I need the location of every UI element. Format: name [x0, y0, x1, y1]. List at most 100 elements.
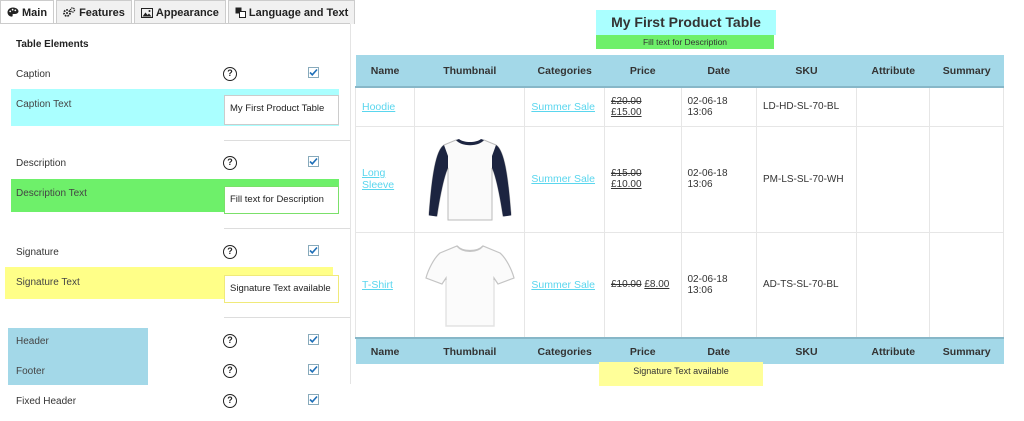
tab-language-label: Language and Text	[248, 6, 349, 19]
tab-features-label: Features	[79, 6, 125, 19]
fixed-header-label: Fixed Header	[16, 396, 77, 407]
table-row: T-Shirt Summer Sale £10.00 £8.00 02-06-1…	[354, 231, 1004, 339]
sale-price: £15.00	[610, 106, 642, 118]
table-header-row: Name Thumbnail Categories Price Date SKU…	[355, 55, 1004, 88]
divider	[224, 317, 350, 318]
col-header-price[interactable]: Price	[604, 55, 681, 88]
product-name-link[interactable]: T-Shirt	[362, 279, 393, 291]
sale-price: £10.00	[610, 179, 642, 190]
summary-cell	[929, 125, 1004, 233]
col-header-thumbnail[interactable]: Thumbnail	[414, 55, 525, 88]
checkmark-icon	[309, 246, 318, 254]
col-header-sku[interactable]: SKU	[756, 55, 857, 88]
longsleeve-shirt-icon[interactable]	[424, 134, 516, 224]
caption-text-input[interactable]: My First Product Table	[224, 95, 339, 125]
old-price: £20.00	[610, 95, 642, 107]
tab-appearance[interactable]: Appearance	[133, 0, 226, 24]
checkmark-icon	[309, 68, 318, 76]
translate-icon	[235, 7, 246, 18]
tab-language-and-text[interactable]: Language and Text	[227, 0, 356, 24]
footer-label: Footer	[16, 366, 45, 377]
thumbnail-cell	[414, 231, 526, 339]
description-text-input[interactable]: Fill text for Description	[224, 186, 339, 214]
signature-checkbox[interactable]	[308, 245, 319, 256]
description-label: Description	[16, 158, 67, 169]
sku-cell: PM-LS-SL-70-WH	[756, 125, 857, 233]
attribute-cell	[855, 86, 931, 127]
tab-features[interactable]: Features	[56, 0, 132, 24]
summary-cell	[929, 86, 1004, 127]
caption-text-label: Caption Text	[16, 99, 72, 110]
col-header-summary[interactable]: Summary	[929, 55, 1004, 88]
checkmark-icon	[309, 365, 318, 373]
thumbnail-cell	[414, 125, 526, 233]
fixed-header-checkbox[interactable]	[308, 394, 319, 405]
col-footer-summary: Summary	[929, 337, 1004, 364]
col-header-attribute[interactable]: Attribute	[856, 55, 930, 88]
checkmark-icon	[309, 395, 318, 403]
header-help-icon[interactable]: ?	[223, 334, 237, 348]
table-description: Fill text for Description	[596, 35, 774, 49]
caption-help-icon[interactable]: ?	[223, 67, 237, 81]
product-table: Name Thumbnail Categories Price Date SKU…	[354, 55, 1004, 364]
category-link[interactable]: Summer Sale	[531, 173, 595, 185]
table-row: Hoodie Summer Sale £20.00 £15.00 02-06-18…	[354, 86, 1004, 127]
summary-cell	[929, 231, 1004, 339]
table-caption: My First Product Table	[596, 10, 776, 35]
col-footer-categories: Categories	[524, 337, 605, 364]
table-signature: Signature Text available	[599, 362, 763, 386]
product-name-link[interactable]: Long Sleeve	[362, 167, 394, 191]
table-row: Long Sleeve Summer Sale £15.00 £10.00 02-…	[354, 125, 1004, 233]
palette-icon	[7, 7, 19, 17]
tshirt-icon[interactable]	[424, 240, 516, 330]
header-checkbox[interactable]	[308, 334, 319, 345]
date-cell: 02-06-18 13:06	[680, 86, 757, 127]
tab-main[interactable]: Main	[0, 0, 55, 24]
footer-help-icon[interactable]: ?	[223, 364, 237, 378]
category-link[interactable]: Summer Sale	[531, 101, 595, 113]
description-help-icon[interactable]: ?	[223, 156, 237, 170]
col-header-name[interactable]: Name	[355, 55, 415, 88]
settings-tabs: Main Features Appearance Language and Te…	[0, 0, 357, 24]
date-cell: 02-06-18 13:06	[680, 125, 757, 233]
description-text-label: Description Text	[16, 188, 87, 199]
divider	[224, 140, 350, 141]
tab-appearance-label: Appearance	[155, 6, 219, 19]
tabs-divider	[0, 23, 350, 24]
caption-label: Caption	[16, 69, 51, 80]
old-price: £15.00	[610, 168, 642, 179]
attribute-cell	[855, 231, 931, 339]
checkmark-icon	[309, 335, 318, 343]
fixed-header-help-icon[interactable]: ?	[223, 394, 237, 408]
description-checkbox[interactable]	[308, 156, 319, 167]
image-icon	[140, 7, 153, 18]
divider	[224, 228, 350, 229]
sku-cell: AD-TS-SL-70-BL	[756, 231, 857, 339]
col-header-date[interactable]: Date	[681, 55, 757, 88]
checkmark-icon	[309, 157, 318, 165]
old-price: £10.00	[610, 279, 642, 291]
signature-text-input[interactable]: Signature Text available	[224, 275, 339, 303]
product-name-link[interactable]: Hoodie	[362, 101, 395, 113]
col-header-categories[interactable]: Categories	[524, 55, 605, 88]
date-cell: 02-06-18 13:06	[680, 231, 757, 339]
signature-help-icon[interactable]: ?	[223, 245, 237, 259]
col-footer-attribute: Attribute	[856, 337, 930, 364]
col-footer-thumbnail: Thumbnail	[414, 337, 525, 364]
caption-checkbox[interactable]	[308, 67, 319, 78]
signature-text-label: Signature Text	[16, 277, 80, 288]
col-footer-date: Date	[681, 337, 757, 364]
table-footer-row: Name Thumbnail Categories Price Date SKU…	[355, 337, 1004, 364]
col-footer-name: Name	[355, 337, 415, 364]
panel-divider	[350, 24, 351, 384]
gears-icon	[63, 7, 76, 17]
category-link[interactable]: Summer Sale	[531, 279, 595, 291]
col-footer-sku: SKU	[756, 337, 857, 364]
signature-label: Signature	[16, 247, 59, 258]
section-title: Table Elements	[16, 39, 89, 50]
tab-main-label: Main	[22, 6, 48, 19]
sale-price: £8.00	[644, 279, 670, 291]
attribute-cell	[855, 125, 931, 233]
footer-checkbox[interactable]	[308, 364, 319, 375]
thumbnail-cell	[414, 86, 526, 127]
